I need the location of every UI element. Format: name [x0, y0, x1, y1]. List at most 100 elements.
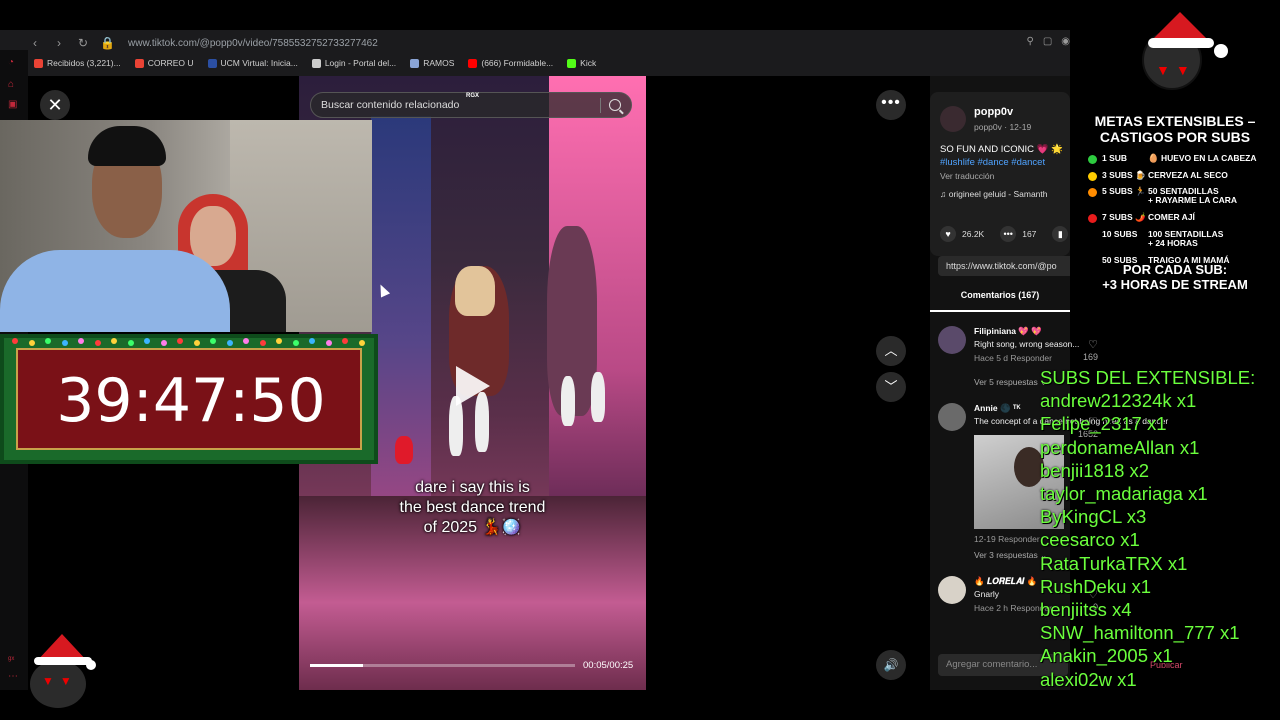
bookmark-item[interactable]: Login - Portal del...	[311, 58, 396, 68]
more-options-button[interactable]: •••	[876, 90, 906, 120]
countdown-timer: 39:47:50	[16, 348, 362, 450]
comment-icon[interactable]: •••	[1000, 226, 1017, 242]
sub-entry: andrew212324k x1	[1040, 390, 1197, 412]
address-bar[interactable]: ‹ › ↻ 🔒 www.tiktok.com/@popp0v/video/758…	[28, 34, 1070, 52]
close-icon: ✕	[47, 95, 63, 115]
string-light	[12, 338, 18, 344]
angry-eyes-icon: ▼▼	[42, 674, 78, 688]
bookmark-item[interactable]: Recibidos (3,221)...	[34, 58, 121, 68]
video-red-light	[395, 436, 413, 464]
heart-icon[interactable]: ♡	[1088, 338, 1098, 351]
watermark-tag: RGX	[466, 93, 480, 99]
sidebar-icon[interactable]: gx	[8, 654, 20, 664]
string-light	[259, 340, 266, 346]
caption-line: the best dance trend	[399, 499, 546, 516]
goal-subs: 7 SUBS 🌶️	[1102, 212, 1146, 222]
bookmark-icon	[134, 58, 144, 68]
volume-button[interactable]: 🔊	[876, 650, 906, 680]
sub-entry: taylor_madariaga x1	[1040, 483, 1208, 505]
more-icon: •••	[881, 94, 901, 111]
commenter-avatar[interactable]	[938, 403, 966, 431]
goal-item: 7 SUBS 🌶️ COMER AJÍ	[1088, 213, 1280, 230]
lock-icon: 🔒	[100, 36, 115, 50]
author-username[interactable]: popp0v	[974, 106, 1013, 118]
translate-link[interactable]: Ver traducción	[940, 171, 994, 181]
goal-subs: 5 SUBS 🏃	[1102, 186, 1146, 196]
string-light	[177, 338, 183, 344]
sound-link[interactable]: ♫ origineel geluid - Samanth	[940, 189, 1048, 199]
goals-overlay: ▼▼ METAS EXTENSIBLES – CASTIGOS POR SUBS…	[1070, 0, 1280, 310]
sub-entry: ceesarco x1	[1040, 529, 1140, 551]
reload-icon[interactable]: ↻	[76, 36, 90, 50]
window-icon[interactable]: ▢	[1043, 36, 1052, 47]
bookmark-item[interactable]: Kick	[567, 58, 596, 68]
previous-video-button[interactable]: ︿	[876, 336, 906, 366]
goal-dot-icon	[1088, 155, 1097, 164]
search-icon[interactable]	[609, 99, 621, 111]
next-video-button[interactable]: ﹀	[876, 372, 906, 402]
view-replies-link[interactable]: Ver 5 respuestas ⌄	[974, 377, 1047, 388]
string-light	[210, 338, 216, 344]
author-avatar[interactable]	[940, 106, 966, 132]
browser-toolbar: ‹ › ↻ 🔒 www.tiktok.com/@popp0v/video/758…	[0, 30, 1070, 76]
url-text[interactable]: www.tiktok.com/@popp0v/video/75855327527…	[128, 38, 378, 49]
video-progress-bar[interactable]	[310, 664, 575, 667]
bookmark-label: (666) Formidable...	[481, 58, 554, 68]
video-dancer-hair	[455, 266, 495, 316]
view-replies-link[interactable]: Ver 3 respuestas ⌄	[974, 550, 1047, 561]
sub-entry: benjiitss x4	[1040, 599, 1132, 621]
heart-icon[interactable]: ♥	[940, 226, 956, 242]
stream-screen: ‹ › ↻ 🔒 www.tiktok.com/@popp0v/video/758…	[0, 0, 1280, 720]
bookmark-icon	[410, 58, 420, 68]
back-icon[interactable]: ‹	[28, 36, 42, 50]
tab-comments[interactable]: Comentarios (167)	[930, 290, 1070, 312]
video-caption: dare i say this is the best dance trend …	[299, 478, 646, 538]
comment-meta[interactable]: Hace 5 d Responder	[974, 353, 1052, 363]
play-icon[interactable]	[456, 366, 490, 406]
sidebar-icon[interactable]: ⌂	[8, 80, 20, 90]
commenter-name[interactable]: 🔥 𝑳𝑶𝑹𝑬𝑳𝑨𝑰 🔥	[974, 576, 1037, 587]
bookmark-item[interactable]: (666) Formidable...	[468, 58, 553, 68]
goal-dot-icon	[1088, 214, 1097, 223]
string-light	[243, 338, 249, 344]
bookmark-item[interactable]: UCM Virtual: Inicia...	[207, 58, 298, 68]
goal-dot-icon	[1088, 188, 1097, 197]
string-light	[226, 340, 233, 346]
close-button[interactable]: ✕	[40, 90, 70, 120]
goals-title-line: CASTIGOS POR SUBS	[1099, 129, 1251, 145]
bookmark-item[interactable]: RAMOS	[410, 58, 454, 68]
commenter-name[interactable]: Annie 🌑 ᵀᴷ	[974, 403, 1021, 414]
post-actions: ♥ 26.2K ••• 167 ▮	[940, 226, 1069, 242]
goal-item: 1 SUB 🥚 HUEVO EN LA CABEZA	[1088, 154, 1280, 171]
sidebar-icon[interactable]: ⋯	[8, 672, 20, 682]
sub-entry: perdonameAllan x1	[1040, 436, 1200, 458]
string-light	[144, 338, 150, 344]
goal-reward: 🥚 HUEVO EN LA CABEZA	[1148, 153, 1257, 163]
string-light	[292, 340, 299, 346]
shield-icon[interactable]: ◉	[1061, 36, 1070, 47]
string-light	[111, 338, 117, 344]
bookmark-label: Kick	[580, 58, 597, 68]
timer-value: 39:47:50	[56, 366, 326, 436]
chevron-down-icon: ﹀	[884, 379, 898, 394]
bookmark-item[interactable]: CORREO U	[134, 58, 194, 68]
pin-icon[interactable]: ⚲	[1026, 36, 1033, 47]
like-count: 26.2K	[962, 229, 985, 239]
commenter-avatar[interactable]	[938, 576, 966, 604]
copy-link-field[interactable]: https://www.tiktok.com/@po	[938, 256, 1078, 276]
comment-meta[interactable]: 12-19 Responder	[974, 534, 1040, 544]
sidebar-icon[interactable]: ▣	[8, 100, 20, 110]
post-hashtags[interactable]: #lushlife #dance #dancet	[940, 157, 1045, 168]
sub-entry: alexi02w x1	[1040, 668, 1137, 690]
sub-entry: Felipe_2317 x1	[1040, 413, 1167, 435]
bookmark-icon[interactable]: ▮	[1052, 226, 1069, 242]
goal-reward: COMER AJÍ	[1148, 212, 1195, 222]
search-divider	[600, 98, 601, 113]
webcam-person-1-shirt	[0, 250, 230, 332]
goals-footer-line: POR CADA SUB:	[1122, 262, 1228, 277]
commenter-name[interactable]: Filipiniana 💖 💖	[974, 326, 1042, 337]
commenter-avatar[interactable]	[938, 326, 966, 354]
forward-icon[interactable]: ›	[52, 36, 66, 50]
sidebar-icon[interactable]: ◔	[8, 58, 20, 68]
goals-list: 1 SUB 🥚 HUEVO EN LA CABEZA 3 SUBS 🍺 CERVEZA…	[1088, 154, 1280, 272]
